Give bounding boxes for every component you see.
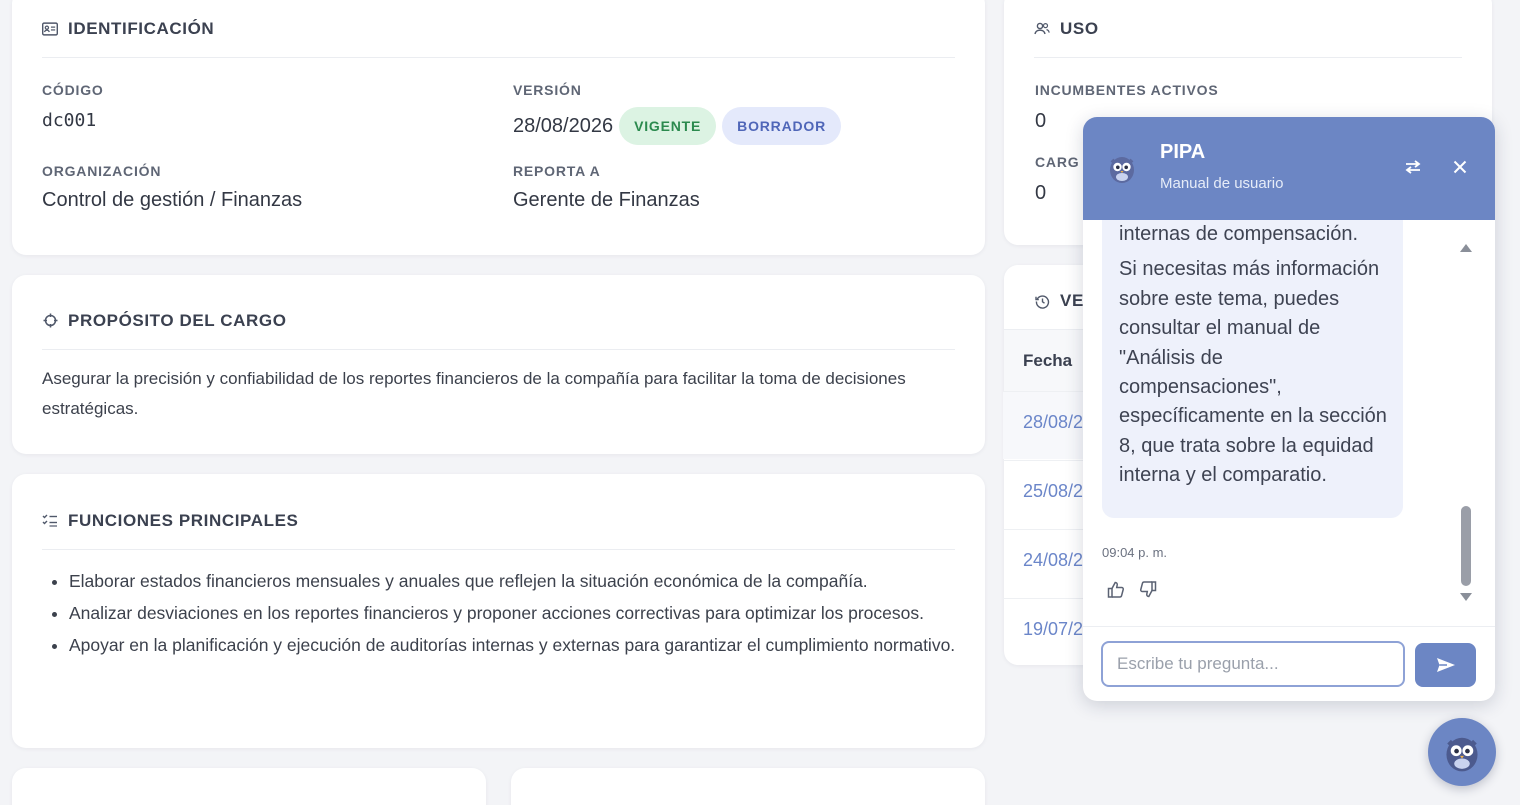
cargos-value: 0 [1035,182,1047,204]
chat-launcher-button[interactable] [1428,718,1496,786]
identificacion-card: IDENTIFICACIÓN CÓDIGO dc001 VERSIÓN 28/0… [12,0,985,255]
uso-header: USO [1034,0,1462,58]
bottom-card-right [511,768,985,805]
owl-avatar-icon [1105,151,1139,185]
list-item: Apoyar en la planificación y ejecución d… [69,630,969,660]
chat-widget: PIPA Manual de usuario internas de compe… [1083,117,1495,701]
uso-title: USO [1060,18,1099,38]
message-text-cut: internas de compensación. [1119,223,1359,245]
codigo-block: CÓDIGO dc001 [42,82,104,131]
proposito-card: PROPÓSITO DEL CARGO Asegurar la precisió… [12,275,985,454]
close-icon[interactable] [1448,155,1472,179]
codigo-value: dc001 [42,110,97,131]
funciones-header: FUNCIONES PRINCIPALES [42,492,955,550]
version-label: VERSIÓN [513,82,582,98]
chat-messages[interactable]: internas de compensación. Si necesitas m… [1083,220,1495,626]
message-text: Si necesitas más información sobre este … [1119,258,1387,487]
list-check-icon [42,513,58,529]
funciones-title: FUNCIONES PRINCIPALES [68,510,299,530]
scroll-down-arrow[interactable] [1460,593,1472,601]
cargos-block: CARG 0 [1035,154,1079,205]
incumbentes-label: INCUMBENTES ACTIVOS [1035,82,1219,98]
chat-header: PIPA Manual de usuario [1083,117,1495,220]
chat-input[interactable] [1101,641,1405,687]
list-item: Elaborar estados financieros mensuales y… [69,566,969,596]
status-badge-borrador: BORRADOR [722,107,842,145]
bottom-card-left [12,768,486,805]
codigo-label: CÓDIGO [42,82,104,98]
proposito-text: Asegurar la precisión y confiabilidad de… [42,369,906,418]
version-date[interactable]: 28/08/2 [1023,412,1083,433]
chat-footer [1083,626,1495,701]
versiones-title: VE [1060,291,1084,310]
send-icon [1436,657,1456,673]
swap-icon[interactable] [1401,155,1425,179]
message-time: 09:04 p. m. [1102,545,1168,560]
reporta-block: REPORTA A Gerente de Finanzas [513,163,700,212]
scroll-up-arrow[interactable] [1460,244,1472,252]
list-item: Analizar desviaciones en los reportes fi… [69,598,969,628]
chat-name: PIPA [1160,141,1206,163]
funciones-list: Elaborar estados financieros mensuales y… [69,566,969,660]
versiones-header: VE [1035,291,1084,311]
organizacion-label: ORGANIZACIÓN [42,163,162,179]
cargos-label: CARG [1035,154,1080,170]
scrollbar-thumb[interactable] [1461,506,1471,586]
proposito-title: PROPÓSITO DEL CARGO [68,310,287,330]
users-icon [1034,21,1050,37]
send-button[interactable] [1415,643,1476,687]
organizacion-block: ORGANIZACIÓN Control de gestión / Finanz… [42,163,302,212]
crosshair-icon [42,313,58,329]
owl-avatar-icon [1440,730,1484,774]
funciones-card: FUNCIONES PRINCIPALES Elaborar estados f… [12,474,985,748]
version-date[interactable]: 24/08/2 [1023,550,1083,571]
col-fecha: Fecha [1023,351,1073,370]
identificacion-header: IDENTIFICACIÓN [42,0,955,58]
version-date[interactable]: 19/07/2 [1023,619,1083,640]
chat-subtitle: Manual de usuario [1160,175,1284,192]
proposito-header: PROPÓSITO DEL CARGO [42,292,955,350]
version-date[interactable]: 25/08/2 [1023,481,1083,502]
bot-message: internas de compensación. Si necesitas m… [1102,220,1403,518]
thumbs-up-icon[interactable] [1105,578,1127,600]
reporta-value: Gerente de Finanzas [513,189,700,211]
organizacion-value: Control de gestión / Finanzas [42,189,303,211]
version-block: VERSIÓN 28/08/2026 VIGENTE BORRADOR [513,82,842,145]
status-badge-vigente: VIGENTE [619,107,717,145]
reporta-label: REPORTA A [513,163,601,179]
identificacion-title: IDENTIFICACIÓN [68,18,215,38]
version-value: 28/08/2026 [513,114,614,137]
history-icon [1035,294,1050,309]
thumbs-down-icon[interactable] [1137,578,1159,600]
id-card-icon [42,21,58,37]
